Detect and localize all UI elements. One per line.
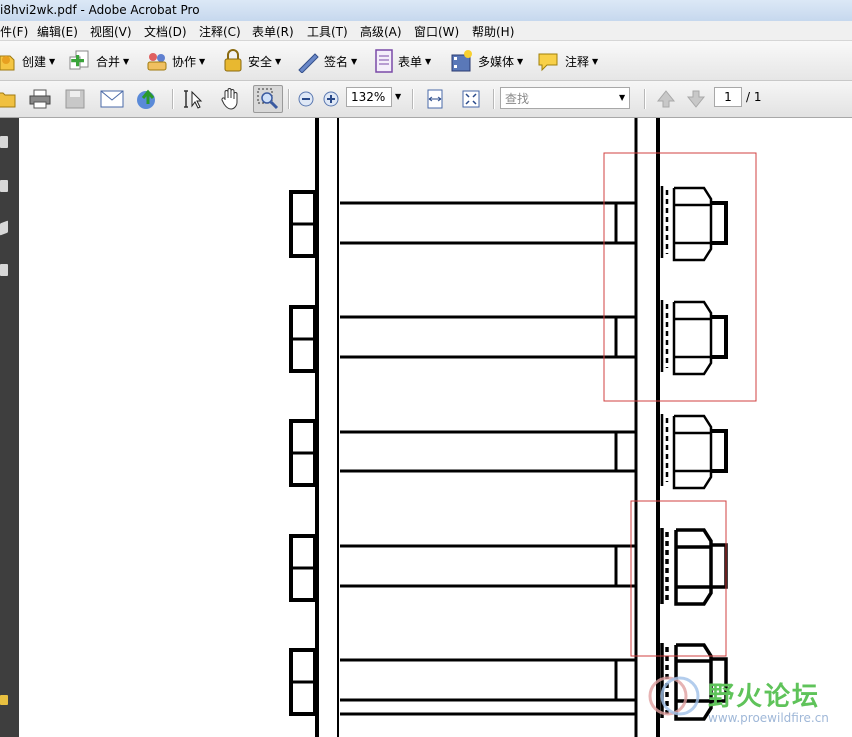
- upload-icon: [137, 89, 155, 109]
- cad-drawing: [289, 118, 757, 737]
- fit-page-icon: [462, 90, 480, 108]
- save-button[interactable]: [63, 87, 87, 111]
- menu-edit[interactable]: 编辑(E): [37, 23, 78, 40]
- combine-label: 合并: [96, 54, 121, 69]
- menu-comments[interactable]: 注释(C): [199, 23, 241, 40]
- prev-page-button[interactable]: [654, 87, 678, 111]
- hand-tool[interactable]: [218, 87, 242, 111]
- zoom-marquee-icon: [257, 88, 279, 110]
- combine-icon: [69, 50, 89, 70]
- page-number-input[interactable]: 1: [714, 87, 742, 107]
- zoom-in-icon: [323, 91, 339, 107]
- fit-page-button[interactable]: [459, 87, 483, 111]
- create-label: 创建: [22, 54, 47, 69]
- upload-button[interactable]: [136, 87, 160, 111]
- next-page-button[interactable]: [684, 87, 708, 111]
- bookmarks-panel-icon[interactable]: [0, 180, 8, 192]
- lock-icon: [224, 49, 242, 72]
- find-dropdown-arrow[interactable]: ▼: [619, 93, 625, 102]
- title-bar: i8hvi2wk.pdf - Adobe Acrobat Pro: [0, 0, 852, 21]
- document-viewport[interactable]: [19, 118, 852, 737]
- email-icon: [100, 90, 124, 108]
- secure-button[interactable]: 安全 ▼: [222, 49, 281, 73]
- zoom-dropdown-arrow[interactable]: ▼: [395, 92, 401, 101]
- comments-panel-icon[interactable]: [0, 695, 8, 705]
- collaborate-icon: [147, 53, 167, 71]
- zoom-marquee-tool[interactable]: [253, 85, 283, 113]
- print-icon: [29, 89, 51, 109]
- multimedia-button[interactable]: 多媒体 ▼: [450, 49, 523, 73]
- email-button[interactable]: [100, 87, 124, 111]
- menu-help[interactable]: 帮助(H): [472, 23, 514, 40]
- create-icon: [0, 55, 15, 71]
- combine-button[interactable]: 合并 ▼: [68, 49, 129, 73]
- window-title: i8hvi2wk.pdf - Adobe Acrobat Pro: [0, 3, 200, 17]
- print-button[interactable]: [28, 87, 52, 111]
- create-button[interactable]: 创建 ▼: [0, 49, 55, 73]
- open-icon: [0, 92, 16, 108]
- fit-width-icon: [427, 89, 443, 109]
- multimedia-icon: [451, 50, 472, 72]
- fit-width-button[interactable]: [423, 87, 447, 111]
- menu-file[interactable]: 件(F): [0, 23, 28, 40]
- sign-button[interactable]: 签名 ▼: [296, 49, 357, 73]
- menu-advanced[interactable]: 高级(A): [360, 23, 402, 40]
- menu-window[interactable]: 窗口(W): [414, 23, 459, 40]
- pages-panel-icon[interactable]: [0, 136, 8, 148]
- zoom-in-button[interactable]: [319, 87, 343, 111]
- find-input[interactable]: 查找: [500, 87, 630, 109]
- navigation-panel: [0, 118, 19, 737]
- comment-button[interactable]: 注释 ▼: [537, 49, 598, 73]
- watermark-title: 野火论坛: [708, 682, 821, 712]
- task-toolbar: 创建 ▼ 合并 ▼ 协作 ▼ 安全 ▼ 签名 ▼ 表单 ▼ 多媒体 ▼ 注释 ▼: [0, 41, 852, 81]
- next-page-icon: [686, 90, 706, 108]
- select-text-icon: [184, 90, 203, 109]
- menu-forms[interactable]: 表单(R): [252, 23, 294, 40]
- comment-icon: [538, 53, 558, 72]
- forms-label: 表单: [398, 54, 423, 69]
- layers-panel-icon[interactable]: [0, 220, 8, 236]
- signatures-panel-icon[interactable]: [0, 264, 8, 276]
- menu-tools[interactable]: 工具(T): [307, 23, 348, 40]
- collaborate-label: 协作: [172, 54, 197, 69]
- form-icon: [375, 49, 393, 73]
- collaborate-button[interactable]: 协作 ▼: [146, 49, 205, 73]
- prev-page-icon: [656, 90, 676, 108]
- hand-icon: [221, 88, 238, 110]
- menu-view[interactable]: 视图(V): [90, 23, 132, 40]
- comment-label: 注释: [565, 54, 590, 69]
- menu-document[interactable]: 文档(D): [144, 23, 187, 40]
- menu-bar: 件(F) 编辑(E) 视图(V) 文档(D) 注释(C) 表单(R) 工具(T)…: [0, 21, 852, 41]
- secure-label: 安全: [248, 54, 273, 69]
- page-total: / 1: [746, 90, 762, 104]
- forms-button[interactable]: 表单 ▼: [374, 49, 431, 73]
- zoom-level-input[interactable]: 132%: [346, 87, 392, 107]
- pen-icon: [298, 53, 319, 73]
- save-icon: [65, 89, 85, 109]
- sign-label: 签名: [324, 54, 349, 69]
- multimedia-label: 多媒体: [478, 54, 515, 69]
- forum-logo-icon: [648, 676, 700, 716]
- watermark-url: www.proewildfire.cn: [708, 711, 829, 725]
- select-text-tool[interactable]: [182, 87, 206, 111]
- zoom-out-button[interactable]: [294, 87, 318, 111]
- zoom-out-icon: [298, 91, 314, 107]
- open-button[interactable]: [0, 87, 18, 111]
